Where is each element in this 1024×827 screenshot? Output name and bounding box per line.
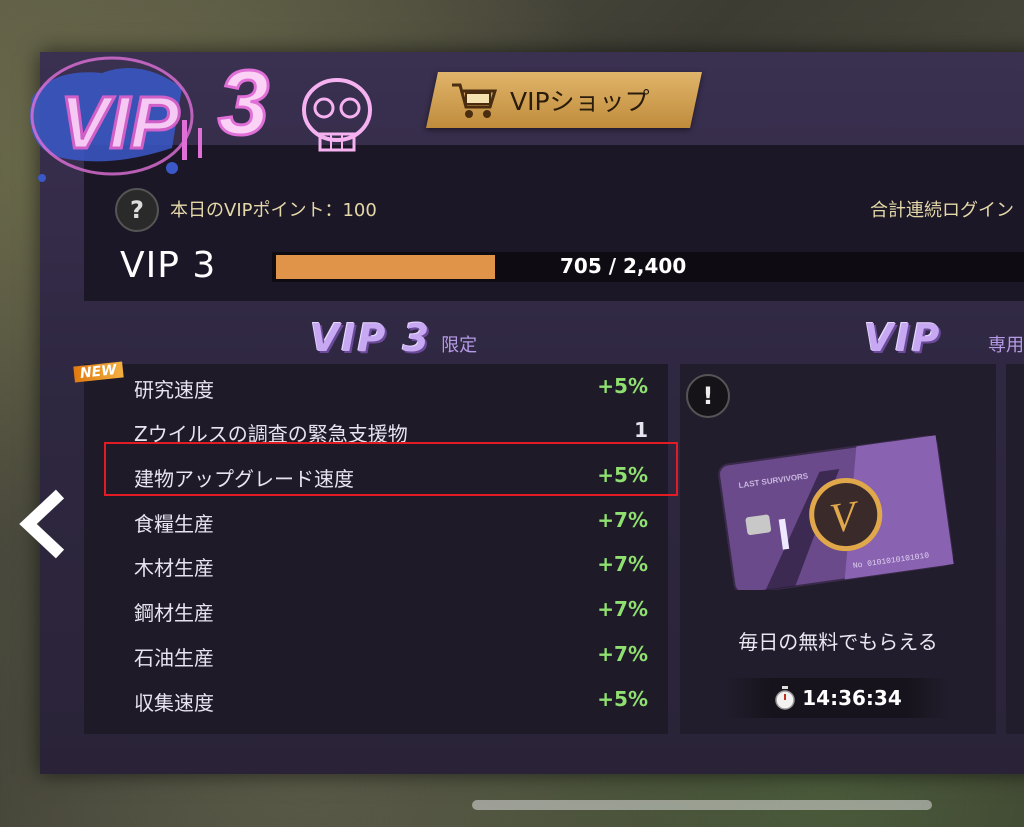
benefit-value: +7% <box>597 508 648 532</box>
stopwatch-icon <box>775 686 795 710</box>
section-tag-exclusive: 専用 <box>988 335 1024 356</box>
benefit-value: +5% <box>597 687 648 711</box>
benefit-value: 1 <box>634 418 648 442</box>
next-card-panel[interactable] <box>1006 364 1024 734</box>
benefit-name: 木材生産 <box>134 556 214 580</box>
skull-icon <box>302 78 372 152</box>
daily-free-label: 毎日の無料でもらえる <box>738 630 938 654</box>
benefit-name: 石油生産 <box>134 646 214 670</box>
vip-progress-text: 705 / 2,400 <box>560 254 687 278</box>
list-item: 鋼材生産 +7% <box>84 589 668 633</box>
list-item: 石油生産 +7% <box>84 634 668 678</box>
benefits-list: NEW 研究速度 +5% Zウイルスの調査の緊急支援物 1 建物アップグレード速… <box>73 361 668 734</box>
benefit-value: +7% <box>597 552 648 576</box>
consecutive-login-label: 合計連続ログイン <box>870 200 1014 221</box>
list-item: 食糧生産 +7% <box>84 500 668 544</box>
vip-level-text: VIP 3 <box>120 245 217 286</box>
list-item: 木材生産 +7% <box>84 544 668 588</box>
vip-card-image: LAST SURVIVORS I V No 0101010101010 <box>718 435 954 590</box>
shopping-cart-icon <box>452 83 498 118</box>
left-arrow-icon[interactable] <box>18 488 68 560</box>
benefit-name: 収集速度 <box>134 691 214 715</box>
vip-progress-fill <box>276 255 495 279</box>
countdown-timer: 14:36:34 <box>726 678 950 718</box>
vip-badge-text: VIP <box>60 81 180 164</box>
section-vip-title: VIP 3 <box>310 316 432 360</box>
daily-vip-points: 本日のVIPポイント：100 <box>170 200 377 221</box>
benefit-value: +7% <box>597 642 648 666</box>
benefit-name: 研究速度 <box>134 378 214 402</box>
info-icon[interactable]: ! <box>686 374 730 418</box>
benefit-name: 食糧生産 <box>134 512 214 536</box>
shop-label: VIPショップ <box>510 87 650 116</box>
section-title-limited: VIP 3 限定 <box>310 316 477 360</box>
list-item: 収集速度 +5% <box>84 679 668 723</box>
help-icon[interactable]: ? <box>115 188 159 232</box>
highlight-box <box>104 442 678 496</box>
benefit-name: 鋼材生産 <box>134 601 214 625</box>
scrollbar[interactable] <box>472 800 932 810</box>
list-item: NEW 研究速度 +5% <box>73 361 668 410</box>
benefit-value: +5% <box>597 374 648 398</box>
vip-level-logo: VIP 3 <box>30 51 372 182</box>
benefit-value: +7% <box>597 597 648 621</box>
vip-badge-level: 3 <box>218 52 269 154</box>
vip-shop-button[interactable]: VIPショップ <box>426 72 702 128</box>
timer-text: 14:36:34 <box>802 686 902 710</box>
section-tag-limited: 限定 <box>441 335 478 356</box>
